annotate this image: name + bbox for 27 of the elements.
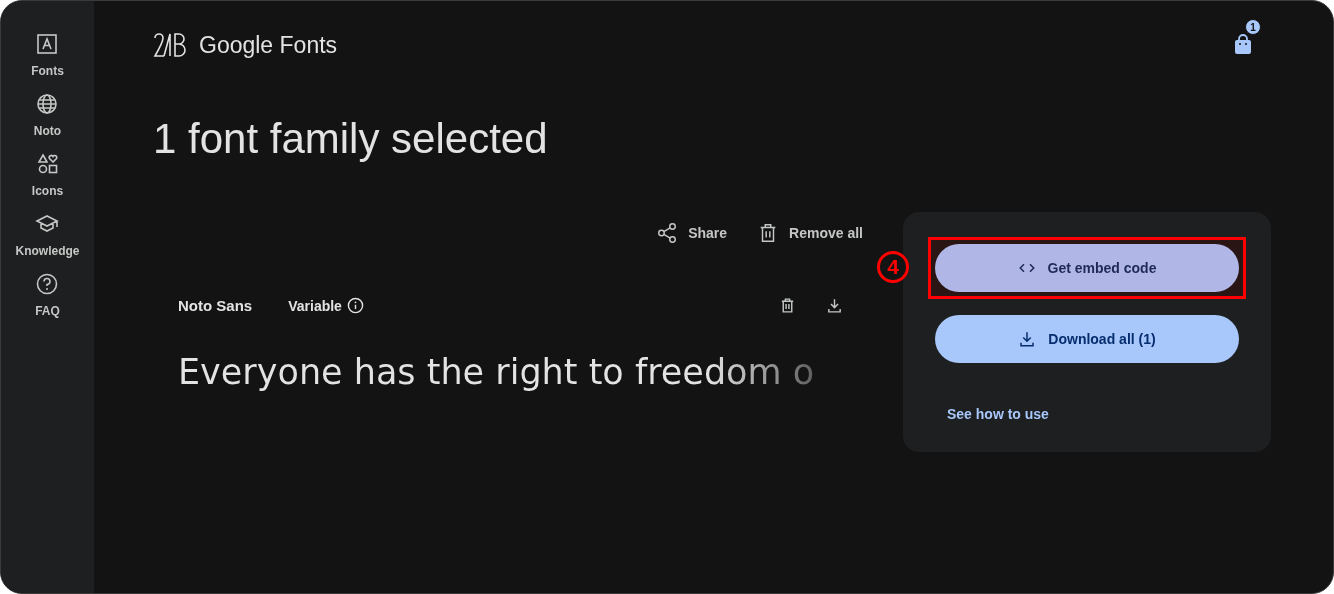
cart-count-badge: 1 bbox=[1245, 19, 1261, 35]
font-family-name[interactable]: Noto Sans bbox=[178, 297, 253, 314]
download-all-button[interactable]: Download all (1) bbox=[935, 315, 1239, 363]
logo-icon bbox=[153, 32, 187, 58]
globe-icon[interactable] bbox=[35, 92, 60, 116]
share-button[interactable]: Share bbox=[656, 218, 728, 248]
nav-label[interactable]: Knowledge bbox=[15, 244, 80, 258]
logo-text[interactable]: Google Fonts bbox=[199, 31, 338, 59]
font-type-label: Variable bbox=[288, 297, 342, 314]
help-icon[interactable] bbox=[35, 272, 60, 296]
shapes-icon[interactable] bbox=[35, 152, 60, 176]
step-marker: 4 bbox=[877, 251, 909, 283]
shopping-bag-icon[interactable] bbox=[1234, 34, 1252, 54]
nav-label[interactable]: Fonts bbox=[31, 64, 64, 78]
see-how-to-use-link[interactable]: See how to use bbox=[947, 406, 1239, 422]
download-icon[interactable] bbox=[826, 297, 843, 314]
nav-label[interactable]: Icons bbox=[31, 184, 64, 198]
nav-label[interactable]: Noto bbox=[33, 124, 62, 138]
delete-icon[interactable] bbox=[779, 297, 796, 314]
nav-label[interactable]: FAQ bbox=[35, 304, 60, 318]
download-icon bbox=[1018, 330, 1037, 348]
share-icon bbox=[656, 222, 679, 244]
page-title: 1 font family selected bbox=[153, 115, 549, 163]
remove-all-button[interactable]: Remove all bbox=[757, 218, 863, 248]
font-icon[interactable] bbox=[35, 32, 60, 56]
embed-code-button[interactable]: Get embed code bbox=[935, 244, 1239, 292]
info-icon[interactable] bbox=[346, 297, 364, 314]
